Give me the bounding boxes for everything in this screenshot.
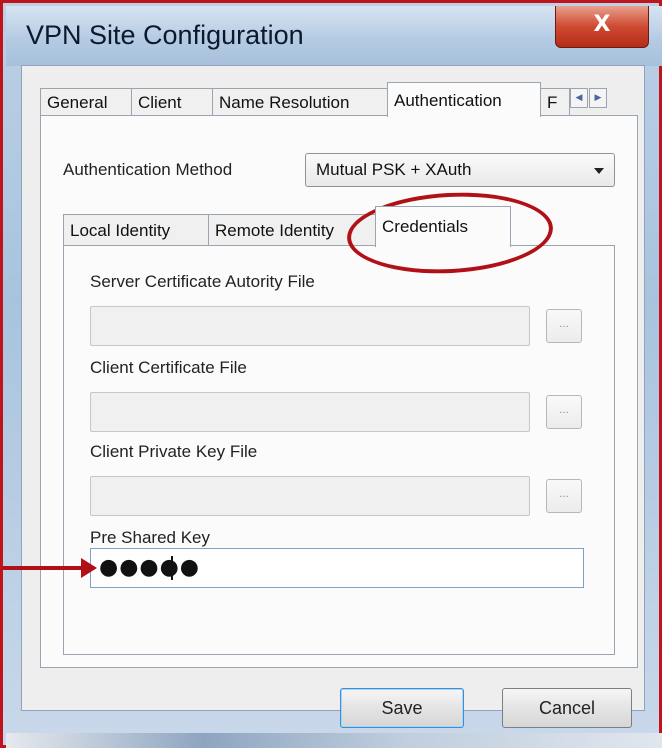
auth-method-value: Mutual PSK + XAuth bbox=[316, 160, 472, 179]
tab-credentials[interactable]: Credentials bbox=[375, 206, 511, 247]
pre-shared-key-input[interactable]: ●●●●● bbox=[90, 548, 584, 588]
client-key-label: Client Private Key File bbox=[90, 442, 258, 461]
tab-general[interactable]: General bbox=[40, 88, 132, 116]
client-key-browse-button[interactable]: ... bbox=[546, 479, 582, 513]
title-bar: VPN Site Configuration X bbox=[6, 6, 662, 66]
cancel-button[interactable]: Cancel bbox=[502, 688, 632, 728]
auth-method-label: Authentication Method bbox=[63, 160, 233, 179]
client-cert-browse-button[interactable]: ... bbox=[546, 395, 582, 429]
tab-authentication[interactable]: Authentication bbox=[387, 82, 541, 117]
server-ca-browse-button[interactable]: ... bbox=[546, 309, 582, 343]
client-cert-field[interactable] bbox=[90, 392, 530, 432]
window-frame: VPN Site Configuration X General Client … bbox=[0, 0, 662, 748]
credentials-panel: Server Certificate Autority File ... Cli… bbox=[63, 245, 615, 655]
dialog-body: General Client Name Resolution Authentic… bbox=[21, 65, 645, 728]
client-cert-label: Client Certificate File bbox=[90, 358, 247, 377]
tab-truncated[interactable]: F bbox=[540, 88, 570, 116]
taskbar-strip bbox=[6, 733, 662, 748]
psk-masked-value: ●●●●● bbox=[99, 555, 200, 580]
annotation-arrow-icon bbox=[3, 566, 83, 570]
tab-client[interactable]: Client bbox=[131, 88, 213, 116]
tab-scroll-right-icon[interactable]: ▶ bbox=[589, 88, 607, 108]
close-button[interactable]: X bbox=[555, 6, 649, 48]
save-button[interactable]: Save bbox=[340, 688, 464, 728]
window-title: VPN Site Configuration bbox=[26, 20, 304, 50]
tab-scroll-left-icon[interactable]: ◀ bbox=[570, 88, 588, 108]
client-key-field[interactable] bbox=[90, 476, 530, 516]
tab-local-identity[interactable]: Local Identity bbox=[63, 214, 209, 246]
psk-label: Pre Shared Key bbox=[90, 528, 211, 547]
server-ca-label: Server Certificate Autority File bbox=[90, 272, 315, 291]
text-caret bbox=[171, 556, 173, 580]
main-tab-strip: General Client Name Resolution Authentic… bbox=[40, 82, 638, 117]
auth-method-dropdown[interactable]: Mutual PSK + XAuth bbox=[305, 153, 615, 187]
server-ca-field[interactable] bbox=[90, 306, 530, 346]
chevron-down-icon bbox=[594, 168, 604, 174]
tab-name-resolution[interactable]: Name Resolution bbox=[212, 88, 388, 116]
annotation-arrowhead-icon bbox=[81, 558, 97, 578]
